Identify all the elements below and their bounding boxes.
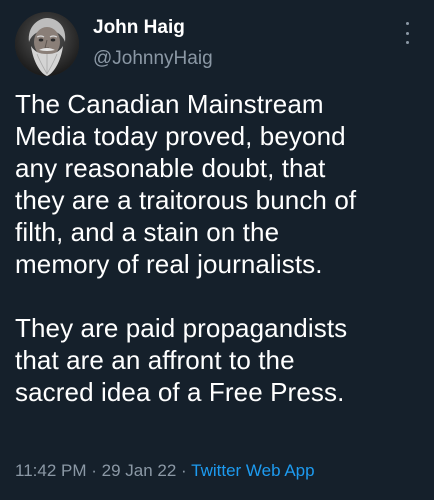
tweet-text: The Canadian Mainstream Media today prov…	[15, 89, 357, 407]
author-handle[interactable]: @JohnnyHaig	[93, 48, 213, 70]
avatar[interactable]	[15, 12, 79, 76]
meta-separator: ·	[86, 461, 102, 480]
tweet-card: John Haig @JohnnyHaig The Canadian Mains…	[0, 0, 434, 500]
more-vertical-icon[interactable]	[400, 22, 414, 44]
more-dot	[405, 31, 409, 35]
tweet-source-app[interactable]: Twitter Web App	[191, 461, 314, 480]
more-dot	[405, 22, 409, 25]
author-name[interactable]: John Haig	[93, 17, 185, 39]
tweet-date[interactable]: 29 Jan 22	[102, 461, 177, 480]
more-dot	[405, 41, 409, 44]
meta-separator: ·	[176, 461, 192, 480]
tweet-meta: 11:42 PM · 29 Jan 22 · Twitter Web App	[15, 460, 315, 482]
bearded-man-avatar-icon	[15, 12, 79, 76]
tweet-time[interactable]: 11:42 PM	[15, 461, 87, 480]
